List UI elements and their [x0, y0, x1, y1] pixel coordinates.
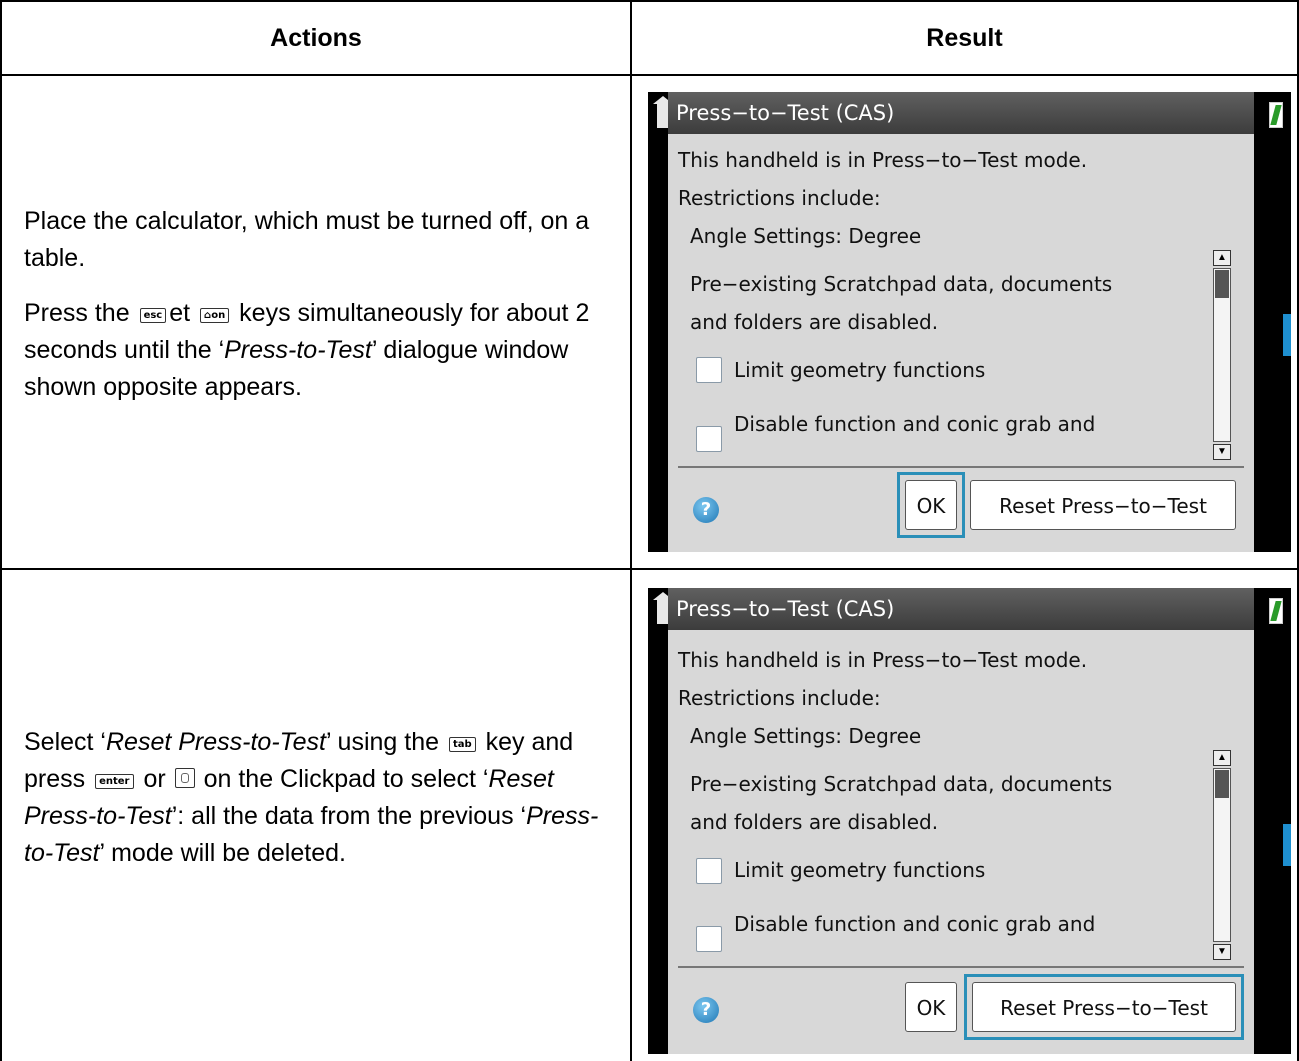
- battery-icon: [1269, 102, 1283, 128]
- dialog-text-angle: Angle Settings: Degree: [690, 224, 922, 248]
- checkbox-label-limit-geometry: Limit geometry functions: [734, 858, 986, 882]
- scroll-down-icon[interactable]: ▼: [1213, 944, 1231, 960]
- checkbox-limit-geometry[interactable]: [696, 357, 722, 383]
- dialog-scrollbar[interactable]: ▲ ▼: [1213, 750, 1231, 960]
- dialog-text-disabled: and folders are disabled.: [690, 310, 939, 334]
- text-fragment: Press the: [24, 299, 130, 327]
- dialog-scrollbar[interactable]: ▲ ▼: [1213, 250, 1231, 460]
- dialog-title: Press−to−Test (CAS): [668, 92, 1254, 134]
- header-result: Result: [926, 23, 1003, 52]
- scroll-up-icon[interactable]: ▲: [1213, 750, 1231, 766]
- home-on-key-icon: ⌂on: [200, 308, 230, 323]
- dialog-title: Press−to−Test (CAS): [668, 588, 1254, 630]
- press-to-test-dialog: Press−to−Test (CAS) This handheld is in …: [668, 92, 1254, 552]
- key-label: on: [211, 310, 226, 321]
- dialog-text-disabled: and folders are disabled.: [690, 810, 939, 834]
- dialog-text-preexisting: Pre−existing Scratchpad data, documents: [690, 772, 1113, 796]
- row-divider: [0, 568, 1299, 570]
- side-tab-indicator: [1283, 314, 1291, 356]
- text-fragment: ’ using the: [325, 728, 440, 756]
- dialog-body: This handheld is in Press−to−Test mode. …: [668, 134, 1254, 466]
- emphasis-text: Reset Press-to-Test: [105, 728, 326, 756]
- column-divider: [630, 0, 632, 1061]
- instruction-table: Actions Result Place the calculator, whi…: [0, 0, 1299, 1061]
- table-border-left: [0, 0, 2, 1061]
- dialog-divider: [678, 466, 1244, 468]
- row1-actions-cell: Place the calculator, which must be turn…: [24, 203, 614, 406]
- scroll-track[interactable]: [1213, 268, 1231, 442]
- row1-paragraph-1: Place the calculator, which must be turn…: [24, 207, 590, 272]
- text-fragment: on the Clickpad to select ‘: [203, 765, 489, 793]
- help-icon[interactable]: ?: [693, 997, 719, 1023]
- scroll-track[interactable]: [1213, 768, 1231, 942]
- enter-key-icon: enter: [95, 774, 134, 789]
- calculator-screen-2: Press−to−Test (CAS) This handheld is in …: [648, 588, 1291, 1054]
- dialog-text-mode: This handheld is in Press−to−Test mode.: [678, 148, 1088, 172]
- help-icon[interactable]: ?: [693, 497, 719, 523]
- ok-button[interactable]: OK: [905, 480, 957, 530]
- dialog-text-angle: Angle Settings: Degree: [690, 724, 922, 748]
- side-tab-indicator: [1283, 824, 1291, 866]
- scroll-up-icon[interactable]: ▲: [1213, 250, 1231, 266]
- dialog-body: This handheld is in Press−to−Test mode. …: [668, 630, 1254, 962]
- checkbox-limit-geometry[interactable]: [696, 858, 722, 884]
- checkbox-label-disable-grab: Disable function and conic grab and: [734, 912, 1096, 936]
- checkbox-disable-grab[interactable]: [696, 426, 722, 452]
- text-fragment: ’ mode will be deleted.: [99, 839, 346, 867]
- battery-icon: [1269, 598, 1283, 624]
- dialog-text-restrictions: Restrictions include:: [678, 186, 881, 210]
- clickpad-icon: [174, 768, 195, 788]
- reset-press-to-test-button[interactable]: Reset Press−to−Test: [970, 480, 1236, 530]
- press-to-test-dialog: Press−to−Test (CAS) This handheld is in …: [668, 588, 1254, 1054]
- checkbox-label-limit-geometry: Limit geometry functions: [734, 358, 986, 382]
- header-divider: [0, 74, 1299, 76]
- tab-key-icon: tab: [448, 737, 476, 752]
- text-fragment: or: [143, 765, 166, 793]
- dialog-text-preexisting: Pre−existing Scratchpad data, documents: [690, 272, 1113, 296]
- emphasis-text: Press-to-Test: [224, 336, 372, 364]
- header-actions: Actions: [270, 23, 362, 52]
- dialog-text-restrictions: Restrictions include:: [678, 686, 881, 710]
- checkbox-disable-grab[interactable]: [696, 926, 722, 952]
- text-fragment: et: [169, 299, 191, 327]
- row1-paragraph-2: Press the esc et ⌂on keys simultaneously …: [24, 295, 614, 406]
- calculator-screen-1: Press−to−Test (CAS) This handheld is in …: [648, 92, 1291, 552]
- dialog-text-mode: This handheld is in Press−to−Test mode.: [678, 648, 1088, 672]
- dialog-divider: [678, 966, 1244, 968]
- row2-actions-cell: Select ‘Reset Press-to-Test’ using the t…: [24, 724, 614, 872]
- scroll-thumb[interactable]: [1215, 770, 1229, 798]
- row2-paragraph: Select ‘Reset Press-to-Test’ using the t…: [24, 724, 614, 872]
- scroll-thumb[interactable]: [1215, 270, 1229, 298]
- esc-key-icon: esc: [139, 308, 167, 323]
- ok-button[interactable]: OK: [905, 982, 957, 1032]
- scroll-down-icon[interactable]: ▼: [1213, 444, 1231, 460]
- checkbox-label-disable-grab: Disable function and conic grab and: [734, 412, 1096, 436]
- text-fragment: ’: all the data from the previous ‘: [171, 802, 527, 830]
- reset-press-to-test-button[interactable]: Reset Press−to−Test: [972, 982, 1236, 1032]
- text-fragment: Select ‘: [24, 728, 106, 756]
